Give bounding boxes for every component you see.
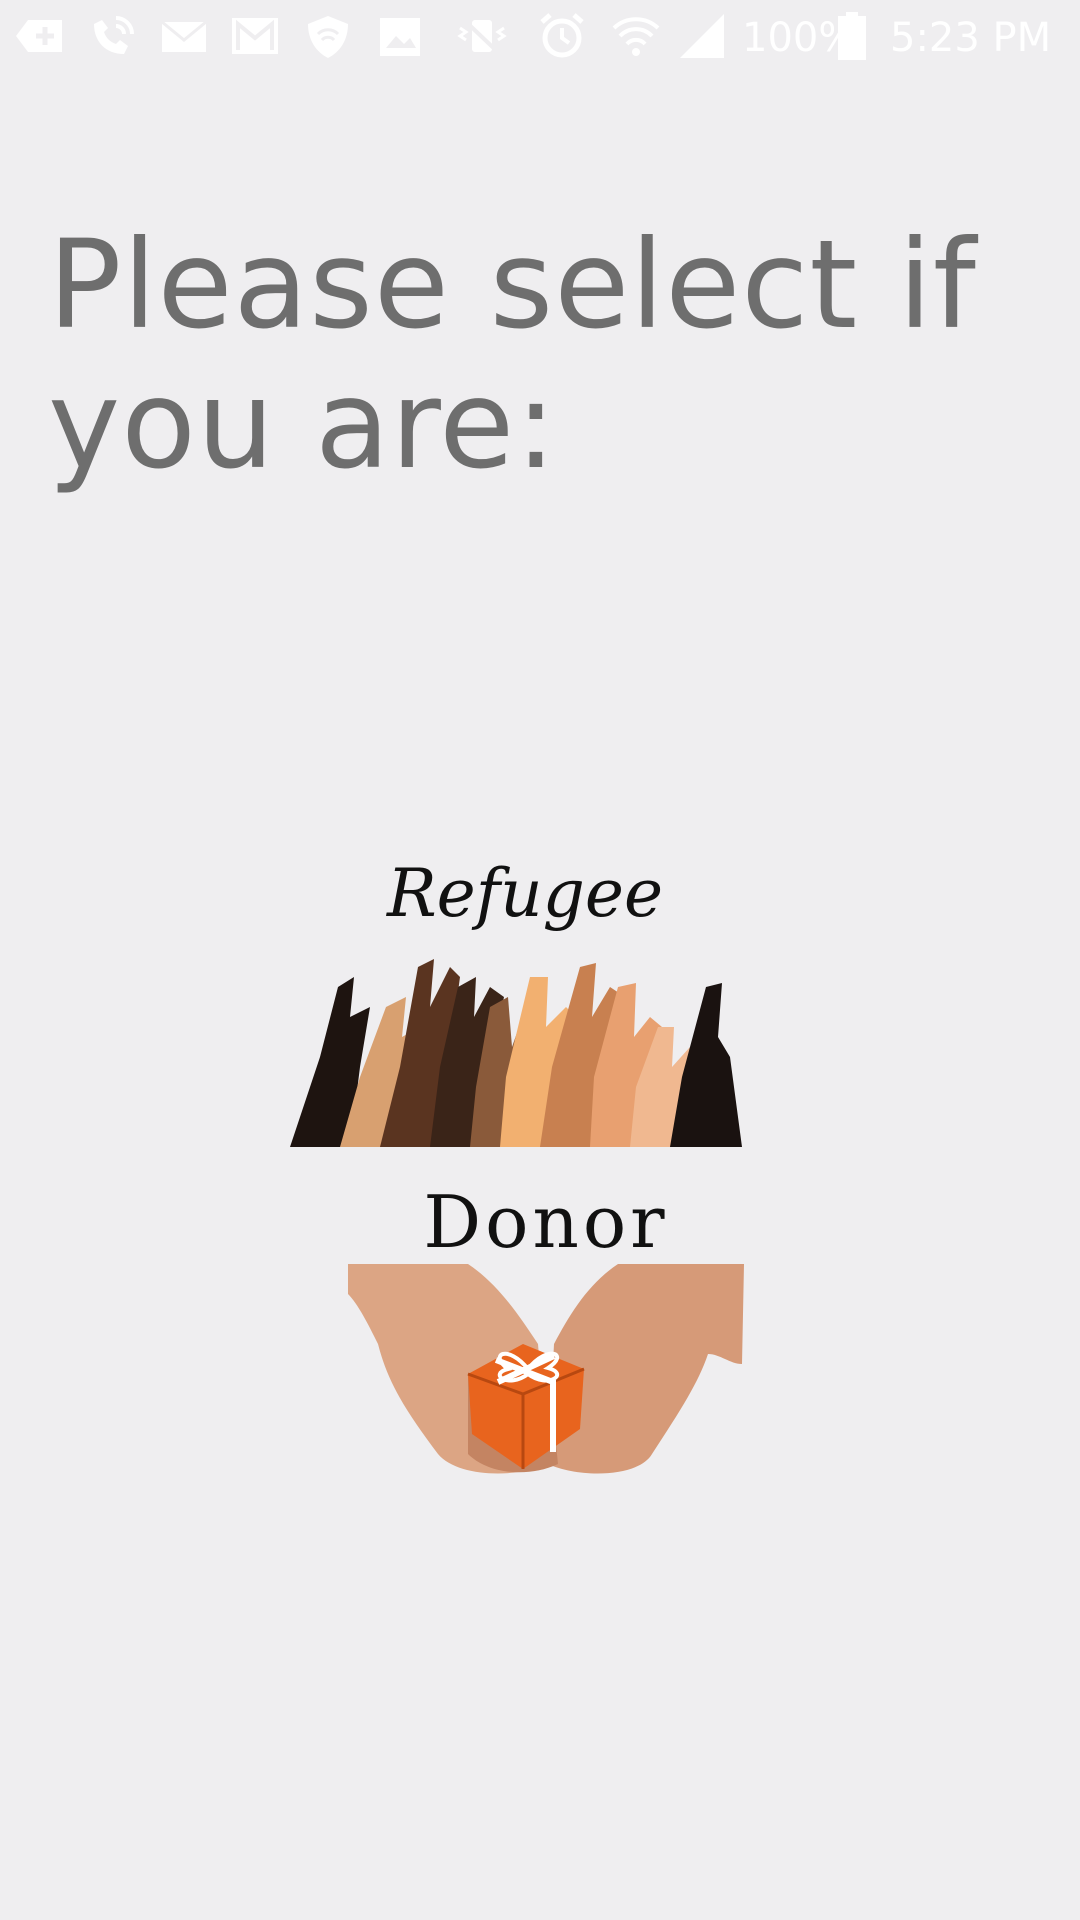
gallery-icon (374, 10, 426, 62)
battery-icon (836, 10, 868, 62)
signal-icon (676, 10, 728, 62)
mail-icon (158, 10, 210, 62)
shield-icon (302, 10, 354, 62)
alarm-icon (536, 10, 588, 62)
vibrate-icon (456, 10, 508, 62)
page-title: Please select if you are: (48, 214, 977, 496)
status-bar: 100% 5:23 PM (0, 0, 1080, 75)
donor-label: Donor (423, 1180, 669, 1264)
add-icon (14, 10, 66, 62)
raised-hands-image (290, 959, 742, 1147)
refugee-option[interactable]: Refugee (290, 855, 760, 1147)
wifi-icon (610, 10, 662, 62)
wifi-calling-icon (86, 10, 138, 62)
hands-holding-gift-image (348, 1264, 744, 1474)
clock: 5:23 PM (890, 15, 1052, 61)
refugee-label: Refugee (386, 855, 664, 932)
donor-option[interactable]: Donor (348, 1180, 744, 1478)
gmail-icon (230, 10, 282, 62)
